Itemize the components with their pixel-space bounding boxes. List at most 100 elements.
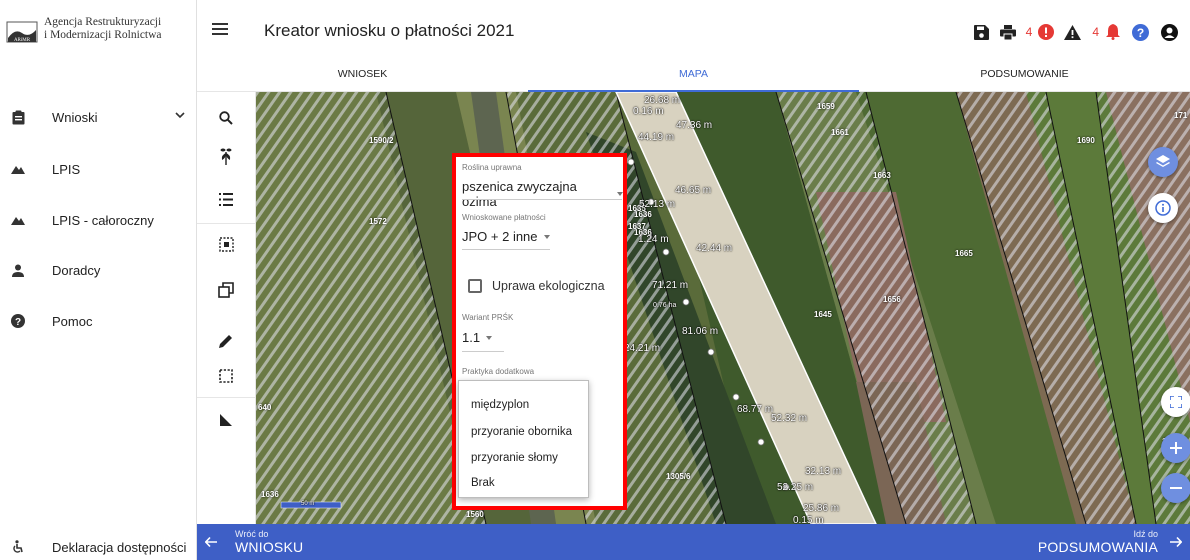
measurement-label: 71.21 m: [652, 280, 689, 291]
back-to-wniosek-button[interactable]: Wróć do WNIOSKU: [205, 524, 303, 560]
layers-icon: [1156, 155, 1170, 167]
crop-field-label: Roślina uprawna: [462, 163, 522, 172]
measurement-label: 68.77 m: [737, 404, 774, 415]
logo-text: ARiMR: [14, 38, 31, 43]
organic-label: Uprawa ekologiczna: [492, 279, 605, 293]
logo: ARiMR Agencja Restrukturyzacji i Moderni…: [6, 12, 191, 52]
sidebar-item-label: Doradcy: [52, 262, 101, 278]
sidebar-item-label: LPIS - całoroczny: [52, 212, 154, 228]
practice-option[interactable]: przyoranie słomy: [471, 452, 558, 464]
divider: [462, 249, 550, 250]
topbar: Kreator wniosku o płatności 2021 4 4 ?: [197, 0, 1190, 64]
tab-mapa[interactable]: MAPA: [528, 64, 859, 92]
measurement-label: 46.65 m: [675, 185, 712, 196]
crop-select-value: pszenica zwyczajna ozima: [462, 179, 577, 209]
parcel-label: 1572: [369, 217, 387, 226]
zoom-out-button[interactable]: [1161, 473, 1190, 503]
warning-icon[interactable]: [1057, 20, 1087, 44]
dropdown-arrow-icon: [543, 234, 550, 239]
tab-wniosek[interactable]: WNIOSEK: [197, 64, 528, 92]
notification-bell-icon[interactable]: [1102, 20, 1124, 44]
clipboard-icon: [10, 109, 26, 125]
satellite-image: [256, 92, 1190, 524]
toolbar-divider: [197, 223, 256, 224]
measurement-label: 47.36 m: [676, 120, 713, 131]
crop-plant-icon[interactable]: [214, 144, 238, 168]
help-circle-icon[interactable]: ?: [1124, 20, 1156, 44]
svg-text:?: ?: [1136, 26, 1143, 40]
divider: [462, 199, 622, 200]
sidebar-item-lpis-caloroczny[interactable]: LPIS - całoroczny: [0, 200, 197, 240]
measurement-label: 24.21 m: [624, 343, 661, 354]
measurement-label: 0.76 ha: [653, 302, 677, 309]
layers-button[interactable]: [1148, 147, 1178, 177]
measurement-label: 26.68 m: [644, 95, 681, 106]
practice-option[interactable]: międzyplon: [471, 399, 529, 411]
dropdown-arrow-icon: [617, 192, 623, 196]
search-icon[interactable]: [214, 106, 238, 130]
practice-option[interactable]: przyoranie obornika: [471, 426, 572, 438]
toolbar-divider: [197, 397, 256, 398]
go-to-summary-button[interactable]: Idź do PODSUMOWANIA: [1038, 524, 1182, 560]
zoom-in-button[interactable]: [1161, 433, 1190, 463]
accessibility-icon: [10, 540, 26, 554]
info-button[interactable]: [1148, 193, 1178, 223]
dashed-rectangle-icon[interactable]: [214, 364, 238, 388]
variant-select[interactable]: 1.1: [462, 330, 493, 345]
person-icon: [10, 262, 26, 278]
fullscreen-icon: [1170, 396, 1182, 408]
next-big-label: PODSUMOWANIA: [1037, 539, 1158, 555]
tab-podsumowanie[interactable]: PODSUMOWANIE: [859, 64, 1190, 92]
pencil-icon[interactable]: [214, 329, 238, 353]
menu-icon[interactable]: [212, 22, 228, 36]
measurement-label: 81.06 m: [682, 326, 719, 337]
parcel-label: 1636: [261, 490, 279, 499]
crop-select[interactable]: pszenica zwyczajna ozima: [462, 179, 623, 209]
sidebar-item-label: Pomoc: [52, 313, 93, 329]
measurement-label: 52.32 m: [771, 413, 808, 424]
sidebar-item-pomoc[interactable]: ? Pomoc: [0, 301, 197, 341]
practice-dropdown-menu: międzyplon przyoranie obornika przyorani…: [458, 380, 589, 498]
sidebar-item-doradcy[interactable]: Doradcy: [0, 250, 197, 290]
sidebar-item-wnioski[interactable]: Wnioski: [0, 97, 197, 137]
practice-field-label: Praktyka dodatkowa: [462, 367, 535, 376]
measurement-label: 52.25 m: [777, 482, 814, 493]
next-small-label: Idź do: [1133, 529, 1158, 539]
print-icon[interactable]: [995, 20, 1021, 44]
parcel-label: 1590/2: [369, 136, 394, 145]
warning-count: 4: [1092, 25, 1099, 39]
measurement-label: 44.19 m: [638, 132, 675, 143]
error-icon[interactable]: [1035, 20, 1057, 44]
select-area-icon[interactable]: [214, 232, 238, 256]
save-icon[interactable]: [969, 20, 995, 44]
sidebar: ARiMR Agencja Restrukturyzacji i Moderni…: [0, 0, 197, 560]
measurement-label: 0.16 m: [633, 106, 664, 117]
list-icon[interactable]: [214, 187, 238, 211]
org-name-line2: i Modernizacji Rolnictwa: [44, 29, 162, 41]
sidebar-item-lpis[interactable]: LPIS: [0, 149, 197, 189]
map-toolbar: [197, 92, 256, 524]
accessibility-label: Deklaracja dostępności: [52, 539, 187, 555]
parcel-label: 1645: [814, 310, 832, 319]
parcel-label: 1656: [883, 295, 901, 304]
organic-checkbox[interactable]: Uprawa ekologiczna: [468, 279, 605, 293]
variant-select-value: 1.1: [462, 330, 481, 345]
fullscreen-button[interactable]: [1161, 387, 1190, 417]
parcel-label: 1690: [1077, 136, 1095, 145]
sidebar-item-label: Wnioski: [52, 109, 98, 125]
chevron-down-icon: [175, 112, 185, 119]
measure-angle-icon[interactable]: [214, 408, 238, 432]
practice-option[interactable]: Brak: [471, 477, 495, 489]
accessibility-declaration-link[interactable]: Deklaracja dostępności: [0, 534, 197, 560]
error-count: 4: [1025, 25, 1033, 39]
payments-select[interactable]: JPO + 2 inne: [462, 229, 550, 244]
arimr-logo-icon: ARiMR: [6, 21, 38, 43]
payments-select-value: JPO + 2 inne: [462, 229, 538, 244]
copy-shape-icon[interactable]: [214, 278, 238, 302]
info-icon: [1155, 200, 1171, 216]
parcel-label: 1661: [831, 128, 849, 137]
account-icon[interactable]: [1156, 20, 1182, 44]
map-view[interactable]: 1590/2 1572 1659 1661 1663 1690 171 1665…: [256, 92, 1190, 524]
measurement-label: 52.13 m: [639, 199, 676, 210]
parcel-label: 1659: [817, 102, 835, 111]
